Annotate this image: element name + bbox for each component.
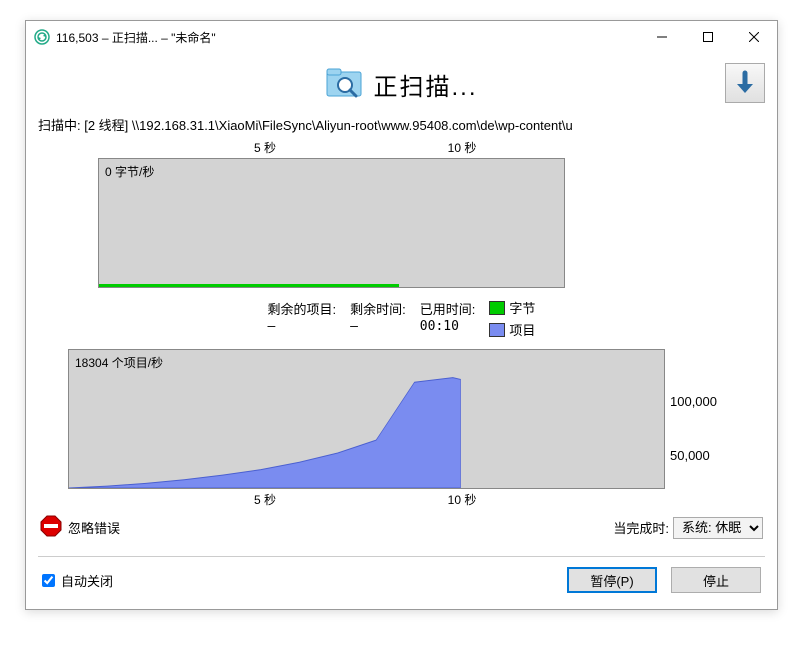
chart2-x-axis: 5 秒 10 秒 bbox=[68, 489, 665, 509]
elapsed-time-label: 已用时间: bbox=[420, 302, 476, 319]
items-chart: 18304 个项目/秒 bbox=[68, 349, 665, 489]
chart-legend: 字节 项目 bbox=[489, 298, 535, 339]
stats-row: 剩余的项目: – 剩余时间: – 已用时间: 00:10 字节 项目 bbox=[38, 288, 765, 349]
auto-close-label: 自动关闭 bbox=[61, 571, 113, 590]
legend-swatch-bytes bbox=[489, 301, 505, 315]
items-chart-label: 18304 个项目/秒 bbox=[75, 354, 163, 371]
ignore-errors-label: 忽略错误 bbox=[68, 518, 120, 537]
remaining-time-value: – bbox=[350, 319, 358, 336]
axis-tick: 5 秒 bbox=[254, 139, 276, 156]
separator bbox=[38, 556, 765, 557]
maximize-button[interactable] bbox=[685, 21, 731, 53]
y-tick-100k: 100,000 bbox=[670, 394, 717, 409]
close-button[interactable] bbox=[731, 21, 777, 53]
remaining-items-label: 剩余的项目: bbox=[268, 302, 337, 319]
pause-button[interactable]: 暂停(P) bbox=[567, 567, 657, 593]
dropdown-arrow-button[interactable] bbox=[725, 63, 765, 103]
chart1-x-axis: 5 秒 10 秒 bbox=[68, 140, 665, 158]
elapsed-time-value: 00:10 bbox=[420, 319, 459, 336]
remaining-items-value: – bbox=[268, 319, 276, 336]
on-complete-select[interactable]: 系统: 休眠 bbox=[673, 517, 763, 539]
no-entry-icon bbox=[40, 515, 62, 540]
axis-tick: 5 秒 bbox=[254, 491, 276, 508]
app-sync-icon bbox=[34, 29, 50, 45]
folder-search-icon bbox=[325, 66, 365, 103]
scan-path: 扫描中: [2 线程] \\192.168.31.1\XiaoMi\FileSy… bbox=[38, 115, 765, 134]
on-complete-label: 当完成时: bbox=[613, 518, 669, 537]
header: 正扫描... bbox=[38, 61, 765, 107]
scan-title: 正扫描... bbox=[373, 67, 477, 102]
stop-button[interactable]: 停止 bbox=[671, 567, 761, 593]
axis-tick: 10 秒 bbox=[448, 491, 477, 508]
axis-tick: 10 秒 bbox=[448, 139, 477, 156]
minimize-button[interactable] bbox=[639, 21, 685, 53]
bytes-chart-line bbox=[99, 284, 399, 287]
titlebar: 116,503 – 正扫描... – "未命名" bbox=[26, 21, 777, 53]
ignore-errors-button[interactable]: 忽略错误 bbox=[40, 515, 120, 540]
bytes-chart: 0 字节/秒 bbox=[98, 158, 565, 288]
auto-close-input[interactable] bbox=[42, 574, 55, 587]
y-tick-50k: 50,000 bbox=[670, 448, 710, 463]
items-chart-y-axis: 100,000 50,000 bbox=[670, 349, 760, 509]
remaining-time-label: 剩余时间: bbox=[350, 302, 406, 319]
legend-label-bytes: 字节 bbox=[509, 298, 535, 317]
legend-swatch-items bbox=[489, 323, 505, 337]
bytes-chart-label: 0 字节/秒 bbox=[105, 163, 154, 180]
window-title: 116,503 – 正扫描... – "未命名" bbox=[56, 29, 639, 46]
auto-close-checkbox[interactable]: 自动关闭 bbox=[42, 571, 113, 590]
legend-label-items: 项目 bbox=[509, 320, 535, 339]
